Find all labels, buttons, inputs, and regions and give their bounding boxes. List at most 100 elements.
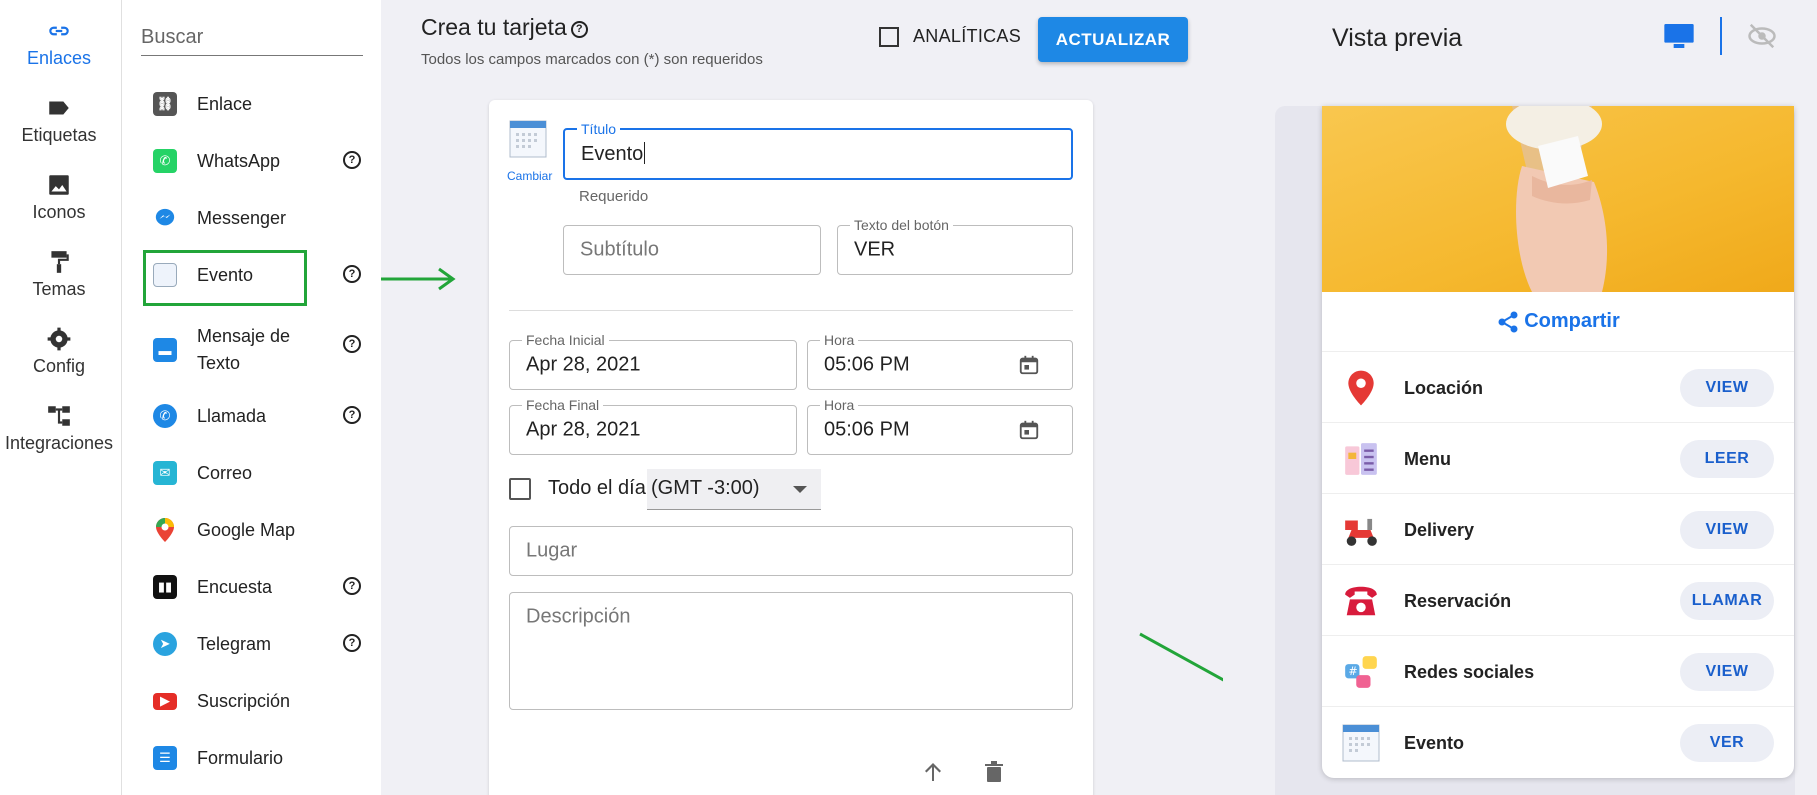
preview-title: Vista previa (1332, 24, 1463, 52)
end-date-input[interactable]: Fecha Final Apr 28, 2021 (509, 397, 797, 455)
type-item-encuesta[interactable]: ▮▮ Encuesta (153, 567, 373, 607)
menu-icon (1345, 443, 1377, 475)
scooter-icon (1345, 518, 1377, 546)
preview-row-evento[interactable]: Evento VER (1322, 707, 1794, 778)
hierarchy-icon (48, 406, 70, 426)
type-item-formulario[interactable]: ☰ Formulario (153, 738, 373, 778)
type-item-messenger[interactable]: Messenger (153, 198, 373, 238)
svg-text:#: # (1348, 665, 1357, 678)
rail-item-iconos[interactable]: Iconos (0, 172, 118, 223)
divider (1720, 17, 1722, 55)
title-helper-text: Requerido (579, 188, 649, 205)
arrow-up-icon[interactable] (921, 760, 945, 784)
page-title: Crea tu tarjeta? (421, 14, 588, 41)
help-icon[interactable]: ? (343, 634, 361, 652)
search-input[interactable]: Buscar (141, 22, 363, 56)
subtitle-input[interactable]: Subtítulo (563, 225, 821, 275)
rail-item-etiquetas[interactable]: Etiquetas (0, 95, 118, 146)
calendar-icon[interactable] (509, 120, 547, 158)
gear-icon (47, 327, 71, 351)
start-date-input[interactable]: Fecha Inicial Apr 28, 2021 (509, 332, 797, 390)
place-input[interactable]: Lugar (509, 526, 1073, 576)
help-icon[interactable]: ? (343, 335, 361, 353)
link-icon: ⛓ (153, 92, 177, 116)
help-icon[interactable]: ? (343, 265, 361, 283)
rail-item-integraciones[interactable]: Integraciones (0, 403, 118, 454)
share-button[interactable]: Compartir (1322, 292, 1794, 352)
change-icon-link[interactable]: Cambiar (507, 169, 552, 183)
link-icon (49, 26, 69, 36)
calendar-icon (1342, 724, 1380, 762)
telegram-icon: ➤ (153, 632, 177, 656)
timezone-select[interactable]: (GMT -3:00) (647, 469, 821, 510)
trash-icon[interactable] (982, 760, 1006, 784)
help-icon[interactable]: ? (343, 151, 361, 169)
button-text-input[interactable]: Texto del botón VER (837, 217, 1073, 275)
cover-image (1322, 106, 1794, 292)
title-input[interactable]: Título Evento (563, 121, 1073, 180)
preview-row-reservacion[interactable]: Reservación LLAMAR (1322, 565, 1794, 636)
start-time-input[interactable]: Hora 05:06 PM (807, 332, 1073, 390)
preview-phone: Compartir Locación VIEW Menu LEER Delive… (1322, 106, 1794, 778)
type-item-suscripcion[interactable]: ▶ Suscripción (153, 681, 373, 721)
required-hint: Todos los campos marcados con (*) son re… (421, 51, 763, 68)
calendar-icon[interactable] (1018, 354, 1040, 376)
sms-icon: ▬ (153, 338, 177, 362)
all-day-label: Todo el día (548, 477, 646, 499)
image-icon (49, 175, 69, 195)
calendar-icon[interactable] (1018, 419, 1040, 441)
type-item-enlace[interactable]: ⛓ Enlace (153, 84, 373, 124)
social-icon: # (1345, 656, 1377, 688)
youtube-icon: ▶ (153, 692, 177, 710)
chevron-down-icon (793, 486, 807, 493)
view-button[interactable]: VIEW (1680, 653, 1774, 691)
nav-rail: Enlaces Etiquetas Iconos Temas Config In… (0, 0, 122, 795)
link-type-panel: Buscar ⛓ Enlace ✆ WhatsApp ? Messenger E… (123, 0, 381, 795)
telephone-icon (1345, 586, 1377, 616)
divider (509, 310, 1073, 311)
help-icon[interactable]: ? (343, 577, 361, 595)
type-item-mensaje-texto[interactable]: ▬ Mensaje de Texto (153, 320, 373, 380)
view-button[interactable]: VIEW (1680, 511, 1774, 549)
end-time-input[interactable]: Hora 05:06 PM (807, 397, 1073, 455)
help-icon[interactable]: ? (343, 406, 361, 424)
messenger-icon (153, 206, 177, 230)
arrow-annotation (381, 267, 456, 291)
type-item-whatsapp[interactable]: ✆ WhatsApp (153, 141, 373, 181)
preview-row-menu[interactable]: Menu LEER (1322, 423, 1794, 494)
preview-row-redes-sociales[interactable]: # Redes sociales VIEW (1322, 636, 1794, 707)
preview-header: Vista previa (1223, 0, 1817, 100)
type-item-llamada[interactable]: ✆ Llamada (153, 396, 373, 436)
view-button[interactable]: VER (1680, 724, 1774, 762)
paint-roller-icon (51, 251, 69, 273)
whatsapp-icon: ✆ (153, 149, 177, 173)
location-pin-icon (1348, 370, 1374, 406)
editor-panel: Crea tu tarjeta? Todos los campos marcad… (381, 0, 1301, 795)
analytics-button[interactable]: ANALÍTICAS (879, 26, 1021, 47)
selected-type-highlight (143, 250, 307, 306)
type-item-google-map[interactable]: Google Map (153, 510, 373, 550)
preview-row-delivery[interactable]: Delivery VIEW (1322, 494, 1794, 565)
eye-off-icon[interactable] (1747, 22, 1777, 50)
type-item-correo[interactable]: ✉ Correo (153, 453, 373, 493)
all-day-checkbox[interactable] (509, 478, 531, 500)
update-button[interactable]: ACTUALIZAR (1038, 17, 1188, 62)
phone-icon: ✆ (153, 404, 177, 428)
poll-icon: ▮▮ (153, 575, 177, 599)
bar-chart-icon (879, 26, 899, 47)
form-icon: ☰ (153, 746, 177, 770)
rail-item-enlaces[interactable]: Enlaces (0, 18, 118, 69)
description-input[interactable]: Descripción (509, 592, 1073, 710)
preview-row-locacion[interactable]: Locación VIEW (1322, 352, 1794, 423)
read-button[interactable]: LEER (1680, 440, 1774, 478)
help-icon[interactable]: ? (570, 20, 588, 38)
share-icon (1498, 311, 1518, 332)
tag-icon (49, 101, 69, 115)
desktop-icon[interactable] (1663, 22, 1695, 50)
view-button[interactable]: VIEW (1680, 369, 1774, 407)
call-button[interactable]: LLAMAR (1680, 582, 1774, 620)
rail-item-config[interactable]: Config (0, 326, 118, 377)
mail-icon: ✉ (153, 461, 177, 485)
rail-item-temas[interactable]: Temas (0, 249, 118, 300)
type-item-telegram[interactable]: ➤ Telegram (153, 624, 373, 664)
